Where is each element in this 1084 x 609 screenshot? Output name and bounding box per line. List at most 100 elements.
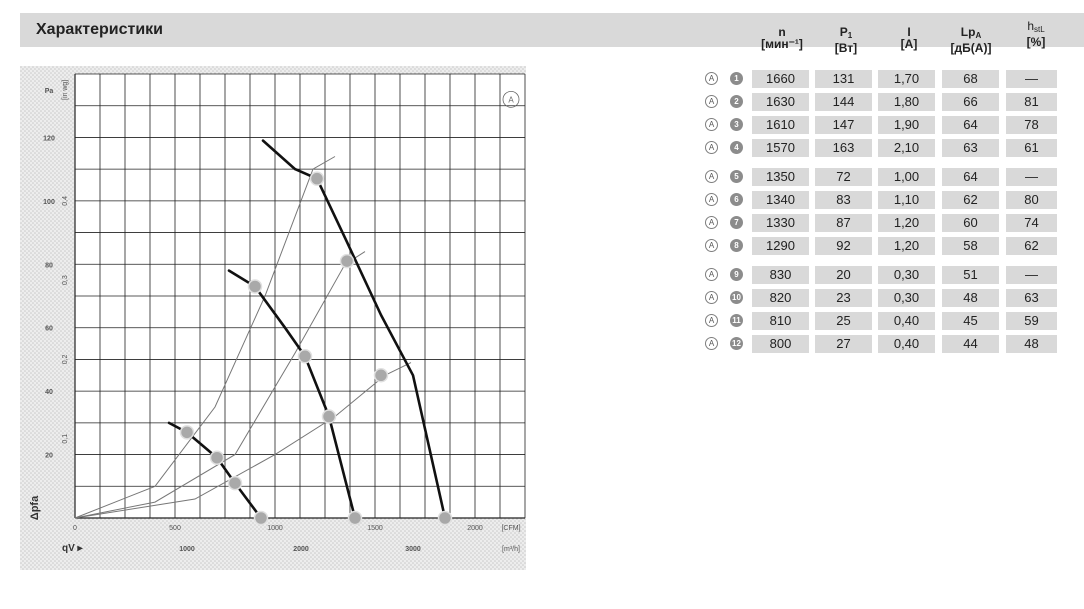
x-tick-label-top: 2000 <box>467 525 483 532</box>
column-header-n: n [мин⁻¹] <box>757 26 807 50</box>
x-unit-label-top: [CFM] <box>501 525 520 532</box>
cell-n: 1570 <box>752 139 809 157</box>
table-row: A 3 1610 147 1,90 64 78 <box>705 116 1077 134</box>
cell-i: 0,30 <box>878 289 935 307</box>
row-number-badge: 1 <box>730 72 743 85</box>
y-inner-tick-label: 0,4 <box>62 196 69 206</box>
x-tick-label-top: 1000 <box>267 525 283 532</box>
cell-i: 2,10 <box>878 139 935 157</box>
x-tick-label-top: 500 <box>169 525 181 532</box>
table-row: A 11 810 25 0,40 45 59 <box>705 312 1077 330</box>
cell-lpa: 68 <box>942 70 999 88</box>
column-unit: [A] <box>900 37 918 51</box>
cell-n: 820 <box>752 289 809 307</box>
row-number-badge: 10 <box>730 291 743 304</box>
cell-lpa: 45 <box>942 312 999 330</box>
cell-p1: 92 <box>815 237 872 255</box>
circle-a-icon: A <box>705 239 718 252</box>
column-header-i: I [A] <box>884 26 934 50</box>
y-tick-label: 100 <box>43 199 55 206</box>
cell-eff: — <box>1006 168 1057 186</box>
corner-a-label: A <box>508 95 514 104</box>
cell-lpa: 44 <box>942 335 999 353</box>
table-row: A 5 1350 72 1,00 64 — <box>705 168 1077 186</box>
circle-a-icon: A <box>705 95 718 108</box>
chart-svg: 0 500 1000 1500 2000 [CFM] 1000 2000 3000 [m³/h] 2… <box>20 66 526 570</box>
operating-point <box>437 510 453 526</box>
cell-p1: 144 <box>815 93 872 111</box>
circle-a-icon: A <box>705 193 718 206</box>
cell-eff: 48 <box>1006 335 1057 353</box>
page-title: Характеристики <box>36 21 164 38</box>
row-number-badge: 9 <box>730 268 743 281</box>
cell-p1: 87 <box>815 214 872 232</box>
cell-n: 810 <box>752 312 809 330</box>
row-number-badge: 2 <box>730 95 743 108</box>
table-row: A 1 1660 131 1,70 68 — <box>705 70 1077 88</box>
cell-lpa: 51 <box>942 266 999 284</box>
top-band <box>20 66 526 74</box>
cell-n: 1330 <box>752 214 809 232</box>
cell-i: 0,30 <box>878 266 935 284</box>
cell-lpa: 60 <box>942 214 999 232</box>
cell-eff: 74 <box>1006 214 1057 232</box>
cell-p1: 27 <box>815 335 872 353</box>
cell-i: 1,70 <box>878 70 935 88</box>
circle-a-icon: A <box>705 337 718 350</box>
cell-i: 0,40 <box>878 312 935 330</box>
column-sub: stL <box>1034 25 1045 34</box>
row-number-badge: 3 <box>730 118 743 131</box>
operating-point <box>339 253 355 269</box>
y-tick-label: 80 <box>45 262 53 269</box>
cell-lpa: 64 <box>942 168 999 186</box>
cell-i: 0,40 <box>878 335 935 353</box>
cell-n: 1630 <box>752 93 809 111</box>
column-unit: [дБ(A)] <box>950 41 992 55</box>
cell-eff: — <box>1006 266 1057 284</box>
circle-a-icon: A <box>705 268 718 281</box>
row-number-badge: 12 <box>730 337 743 350</box>
cell-n: 1350 <box>752 168 809 186</box>
cell-eff: 62 <box>1006 237 1057 255</box>
cell-n: 1340 <box>752 191 809 209</box>
x-tick-label-bottom: 2000 <box>293 546 309 553</box>
cell-lpa: 64 <box>942 116 999 134</box>
cell-i: 1,00 <box>878 168 935 186</box>
x-tick-label-bottom: 1000 <box>179 546 195 553</box>
row-number-badge: 8 <box>730 239 743 252</box>
column-sub: 1 <box>847 31 853 40</box>
table-row: A 4 1570 163 2,10 63 61 <box>705 139 1077 157</box>
circle-a-icon: A <box>705 118 718 131</box>
y-inner-unit-label: [in wg] <box>62 80 69 100</box>
circle-a-icon: A <box>705 72 718 85</box>
y-inner-tick-label: 0,3 <box>62 275 69 285</box>
characteristic-chart: 0 500 1000 1500 2000 [CFM] 1000 2000 3000 [m³/h] 2… <box>20 66 526 570</box>
table-row: A 6 1340 83 1,10 62 80 <box>705 191 1077 209</box>
operating-point <box>247 279 263 294</box>
y-axis-title: Δpfa <box>29 495 41 520</box>
x-axis-title: qV ▸ <box>62 543 84 554</box>
cell-lpa: 58 <box>942 237 999 255</box>
cell-lpa: 62 <box>942 191 999 209</box>
row-number-badge: 7 <box>730 216 743 229</box>
row-number-badge: 4 <box>730 141 743 154</box>
y-unit-label: Pa <box>45 88 54 95</box>
column-name: P <box>839 25 848 39</box>
operating-point <box>227 475 243 491</box>
cell-p1: 25 <box>815 312 872 330</box>
y-inner-tick-label: 0,1 <box>62 434 69 444</box>
cell-i: 1,80 <box>878 93 935 111</box>
y-inner-tick-label: 0,2 <box>62 354 69 364</box>
operating-point <box>179 425 195 440</box>
column-sub: A <box>975 31 982 40</box>
operating-point <box>253 510 269 526</box>
table-row: A 2 1630 144 1,80 66 81 <box>705 93 1077 111</box>
y-tick-label: 60 <box>45 326 53 333</box>
circle-a-icon: A <box>705 314 718 327</box>
circle-a-icon: A <box>705 216 718 229</box>
cell-eff: 80 <box>1006 191 1057 209</box>
column-unit: [%] <box>1026 35 1046 49</box>
operating-point <box>309 171 325 186</box>
operating-point <box>209 450 225 465</box>
column-header-efficiency: hstL [%] <box>1011 20 1061 48</box>
